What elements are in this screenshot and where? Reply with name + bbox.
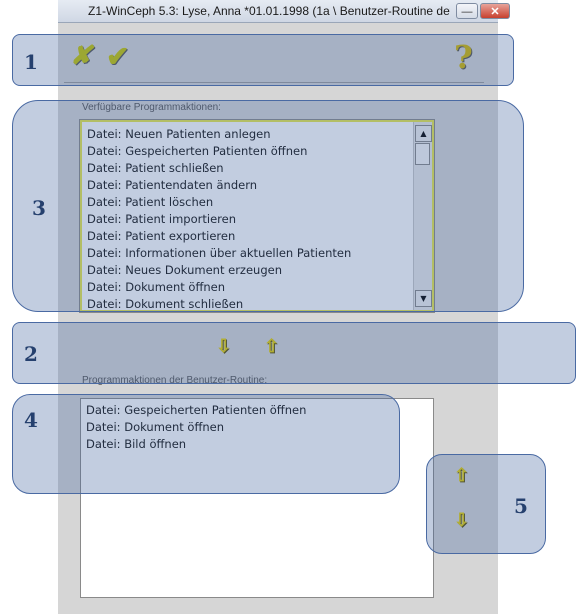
callout-number: 4 [24,408,38,432]
window-title: Z1-WinCeph 5.3: Lyse, Anna *01.01.1998 (… [88,4,450,18]
callout-number: 1 [24,50,38,74]
callout-region-2 [12,322,576,384]
close-button[interactable]: ✕ [480,3,510,19]
callout-number: 3 [32,196,46,220]
title-bar: Z1-WinCeph 5.3: Lyse, Anna *01.01.1998 (… [58,0,510,23]
callout-region-3 [12,100,524,312]
callout-region-4 [12,394,400,494]
callout-number: 5 [514,494,528,518]
callout-region-1 [12,34,514,86]
callout-region-5 [426,454,546,554]
minimize-button[interactable]: — [456,3,478,19]
callout-number: 2 [24,342,38,366]
